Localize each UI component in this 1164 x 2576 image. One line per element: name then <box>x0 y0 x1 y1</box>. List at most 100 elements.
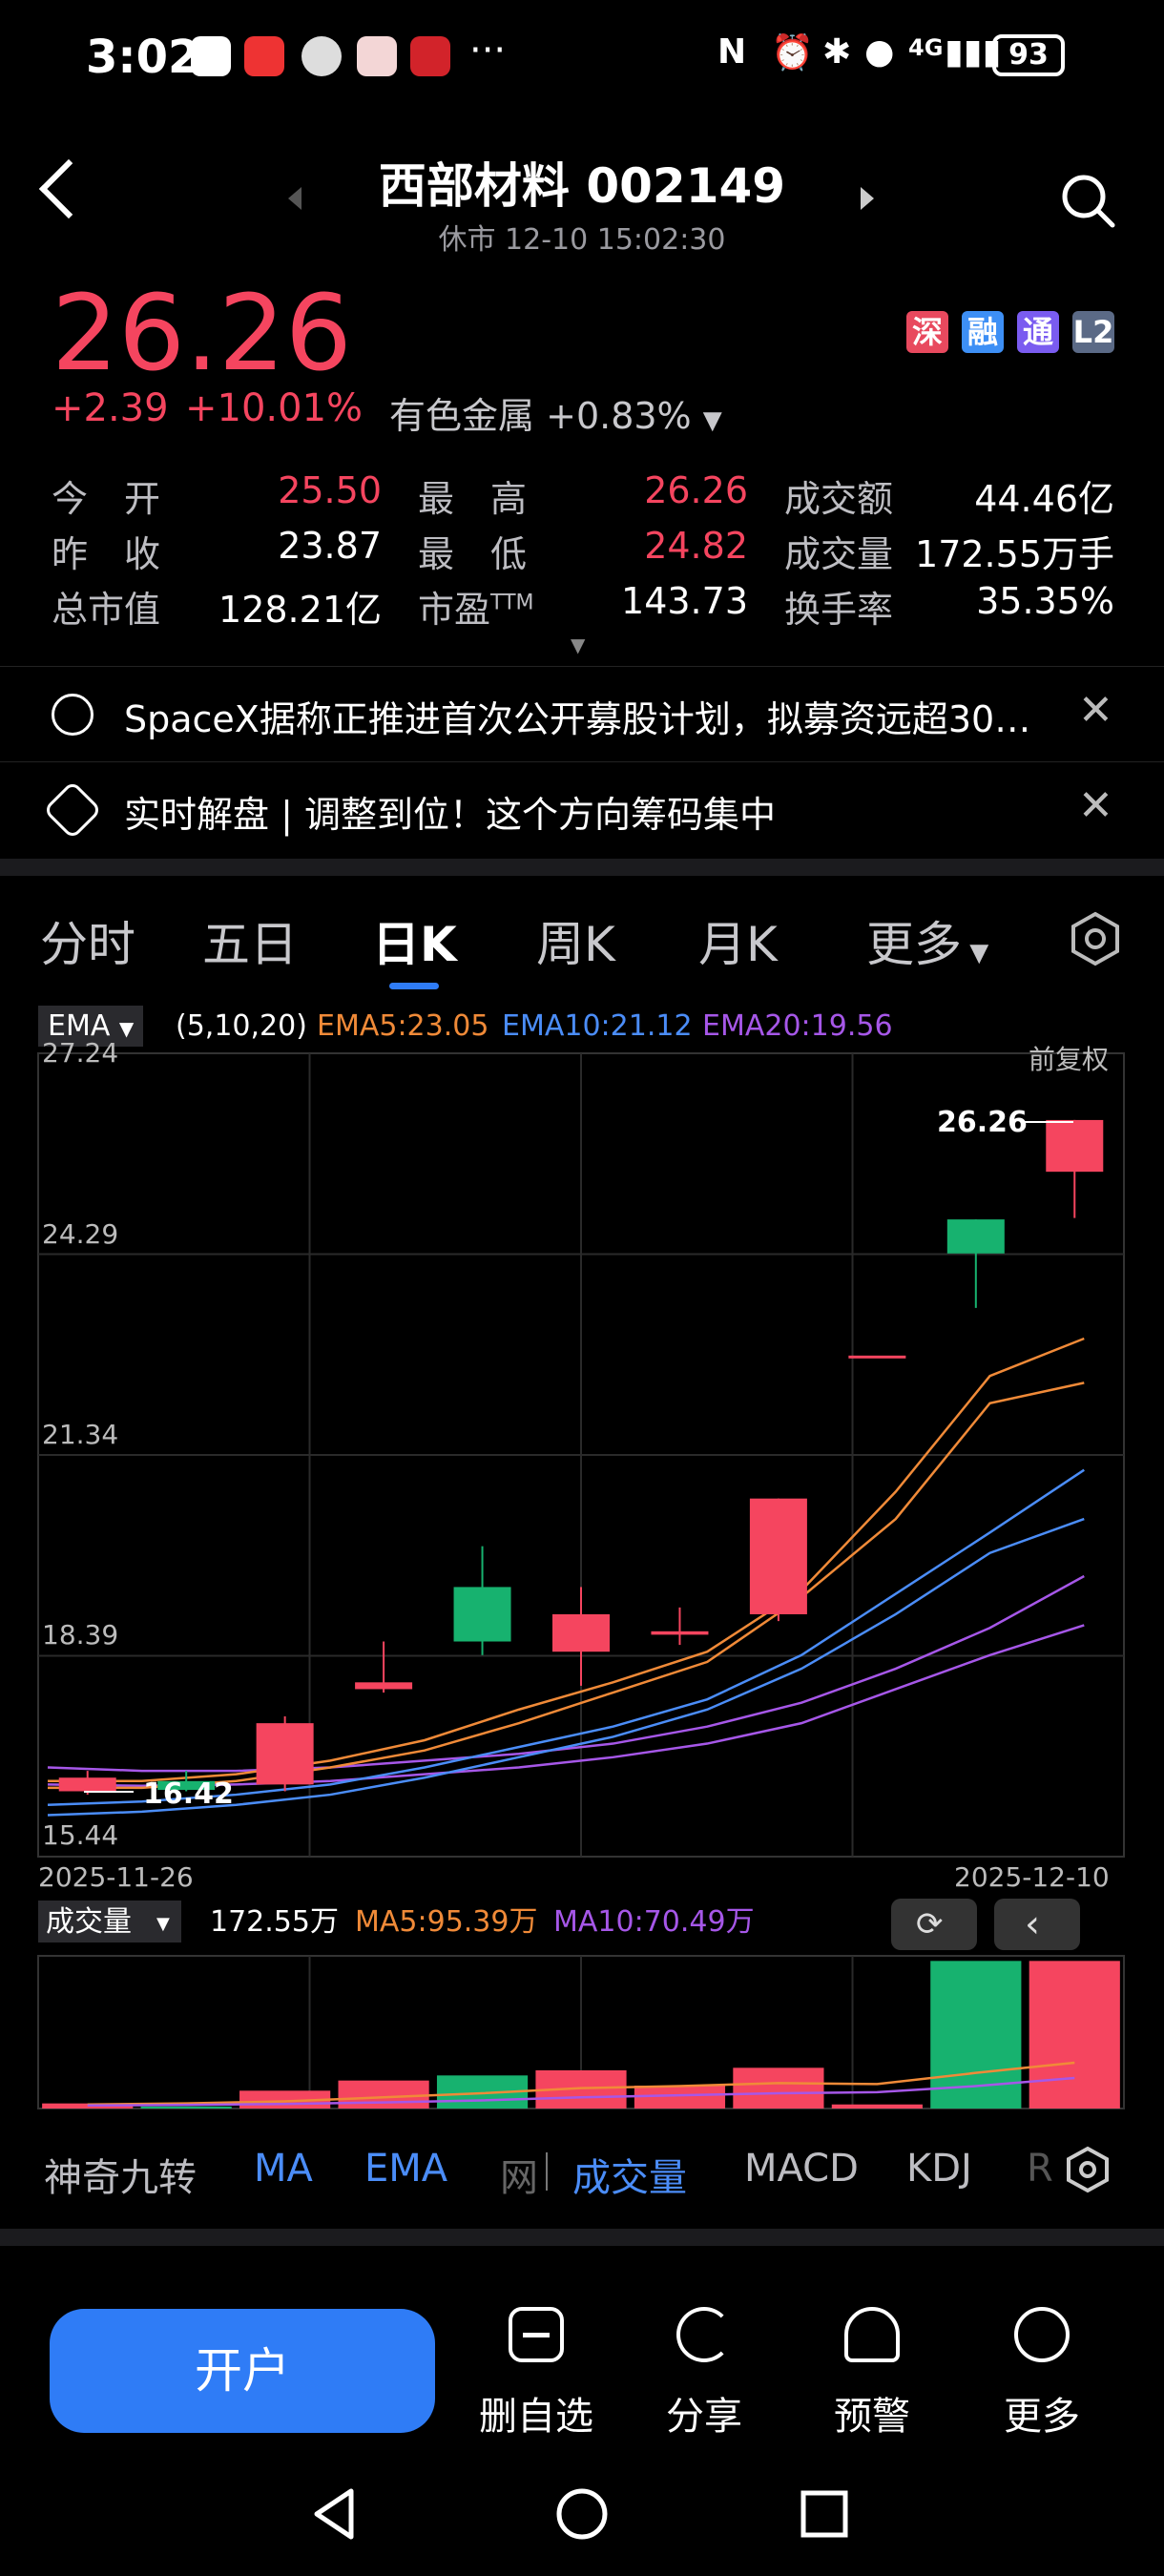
label-amount: 成交额 <box>784 478 894 520</box>
chevron-down-icon: ▼ <box>156 1914 170 1934</box>
badge-rong: 融 <box>962 311 1004 353</box>
expand-quote-icon[interactable]: ▼ <box>571 634 585 656</box>
candle-body <box>453 1587 511 1642</box>
volume-bar <box>338 2080 429 2109</box>
tab-ma[interactable]: MA <box>254 2147 313 2191</box>
back-icon[interactable] <box>38 158 99 219</box>
kline-chart[interactable]: 27.24 24.29 21.34 18.39 15.44 前复权 26.26 … <box>0 1030 1164 2118</box>
active-tab-indicator <box>389 983 439 989</box>
more-button[interactable]: 更多 <box>985 2307 1099 2441</box>
divider <box>0 859 1164 876</box>
label-high: 最 高 <box>418 478 528 520</box>
network-type: 4G <box>908 34 944 61</box>
price-change-pct: +10.01% <box>185 386 364 430</box>
volume-bar <box>831 2104 923 2109</box>
app-icon <box>191 36 231 76</box>
price-change: +2.39 <box>52 386 169 430</box>
candle-body <box>256 1723 314 1785</box>
tab-monthly-k[interactable]: 月K <box>698 906 778 975</box>
open-account-button[interactable]: 开户 <box>50 2309 435 2433</box>
minus-icon <box>509 2307 564 2362</box>
high-marker-label: 26.26 <box>937 1106 1028 1139</box>
value-high: 26.26 <box>644 469 748 511</box>
label-prev-close: 昨 收 <box>52 533 161 575</box>
rotate-icon: ⟳ <box>916 1905 944 1943</box>
tab-daily-k[interactable]: 日K <box>372 906 457 975</box>
remove-watchlist-button[interactable]: 删自选 <box>479 2307 593 2441</box>
tab-five-day[interactable]: 五日 <box>202 906 298 975</box>
adjust-label: 前复权 <box>1029 1044 1109 1075</box>
tab-kdj[interactable]: KDJ <box>906 2147 972 2191</box>
candle-body <box>1046 1119 1104 1173</box>
industry-link[interactable]: 有色金属 +0.83% ▼ <box>389 386 722 439</box>
tab-volume[interactable]: 成交量 <box>572 2147 687 2202</box>
news-item[interactable]: SpaceX据称正推进首次公开募股计划，拟募资远超30… ✕ <box>0 666 1164 761</box>
tab-macd[interactable]: MACD <box>744 2147 859 2191</box>
candle-body <box>551 1613 611 1652</box>
alert-button[interactable]: 预警 <box>815 2307 929 2441</box>
value-market-cap: 128.21亿 <box>218 589 382 631</box>
news-text[interactable]: 实时解盘 | 调整到位！这个方向筹码集中 <box>124 785 776 838</box>
share-button[interactable]: 分享 <box>647 2307 761 2441</box>
volume-bar <box>140 2106 232 2109</box>
close-icon[interactable]: ✕ <box>1078 781 1113 830</box>
tab-nine-turns[interactable]: 神奇九转 <box>44 2147 197 2202</box>
tab-more[interactable]: 更多 ▼ <box>866 906 988 975</box>
low-marker-label: 16.42 <box>143 1777 234 1811</box>
bluetooth-icon: ✱ <box>822 32 852 72</box>
tab-intraday[interactable]: 分时 <box>40 906 135 975</box>
page-title: 西部材料 002149 <box>378 158 786 214</box>
share-icon <box>676 2307 732 2362</box>
chart-settings-icon[interactable] <box>1067 910 1124 967</box>
battery-icon: 93 <box>992 34 1065 76</box>
label-turnover: 换手率 <box>784 589 894 631</box>
news-item[interactable]: 实时解盘 | 调整到位！这个方向筹码集中 ✕ <box>0 761 1164 857</box>
date-start: 2025-11-26 <box>38 1861 194 1893</box>
divider <box>546 2152 548 2191</box>
menu-icon <box>1014 2307 1070 2362</box>
candle-body <box>946 1219 1005 1254</box>
location-icon: ● <box>864 32 895 72</box>
label-open: 今 开 <box>52 478 161 520</box>
nav-recents-icon[interactable] <box>796 2485 853 2543</box>
candle-body <box>651 1631 709 1635</box>
ema20-line <box>47 1574 1085 1773</box>
candle-body <box>58 1777 116 1792</box>
market-status: 休市 12-10 15:02:30 <box>438 223 726 257</box>
app-icon <box>410 36 450 76</box>
tab-grid[interactable]: 网 <box>500 2147 538 2202</box>
tab-ema[interactable]: EMA <box>364 2147 447 2191</box>
date-end: 2025-12-10 <box>954 1861 1110 1893</box>
app-icon <box>301 36 342 76</box>
ema5-line <box>48 1337 1085 1783</box>
candle-body <box>749 1498 807 1614</box>
vol-ma10: MA10:70.49万 <box>553 1905 755 1939</box>
label-market-cap: 总市值 <box>52 589 161 631</box>
search-icon[interactable] <box>1059 172 1116 229</box>
badge-tong: 通 <box>1017 311 1059 353</box>
value-pe: 143.73 <box>621 580 748 622</box>
divider <box>0 2229 1164 2246</box>
y-tick: 27.24 <box>42 1037 118 1069</box>
badge-shen: 深 <box>906 311 948 353</box>
more-notifications-icon: ··· <box>469 29 507 73</box>
volume-bars <box>37 1955 1125 2109</box>
nav-home-icon[interactable] <box>553 2485 611 2543</box>
news-text[interactable]: SpaceX据称正推进首次公开募股计划，拟募资远超30… <box>124 690 1030 742</box>
news-icon <box>52 694 94 736</box>
indicator-settings-icon[interactable] <box>1063 2145 1120 2198</box>
y-tick: 15.44 <box>42 1819 118 1851</box>
tab-r[interactable]: R <box>1027 2147 1053 2191</box>
badge-l2: L2 <box>1072 311 1114 353</box>
label-volume: 成交量 <box>784 533 894 575</box>
close-icon[interactable]: ✕ <box>1078 686 1113 735</box>
app-icon <box>357 36 397 76</box>
volume-type: 成交量 <box>46 1905 132 1939</box>
next-stock-icon[interactable] <box>861 187 874 210</box>
candle-body <box>355 1682 413 1690</box>
nav-back-icon[interactable] <box>307 2485 364 2543</box>
tab-weekly-k[interactable]: 周K <box>536 906 615 975</box>
status-bar: 3:02 ··· N ⏰ ✱ ● 4G ▮▮▮ 93 <box>0 0 1164 114</box>
y-tick: 24.29 <box>42 1218 118 1250</box>
y-tick: 18.39 <box>42 1619 118 1651</box>
